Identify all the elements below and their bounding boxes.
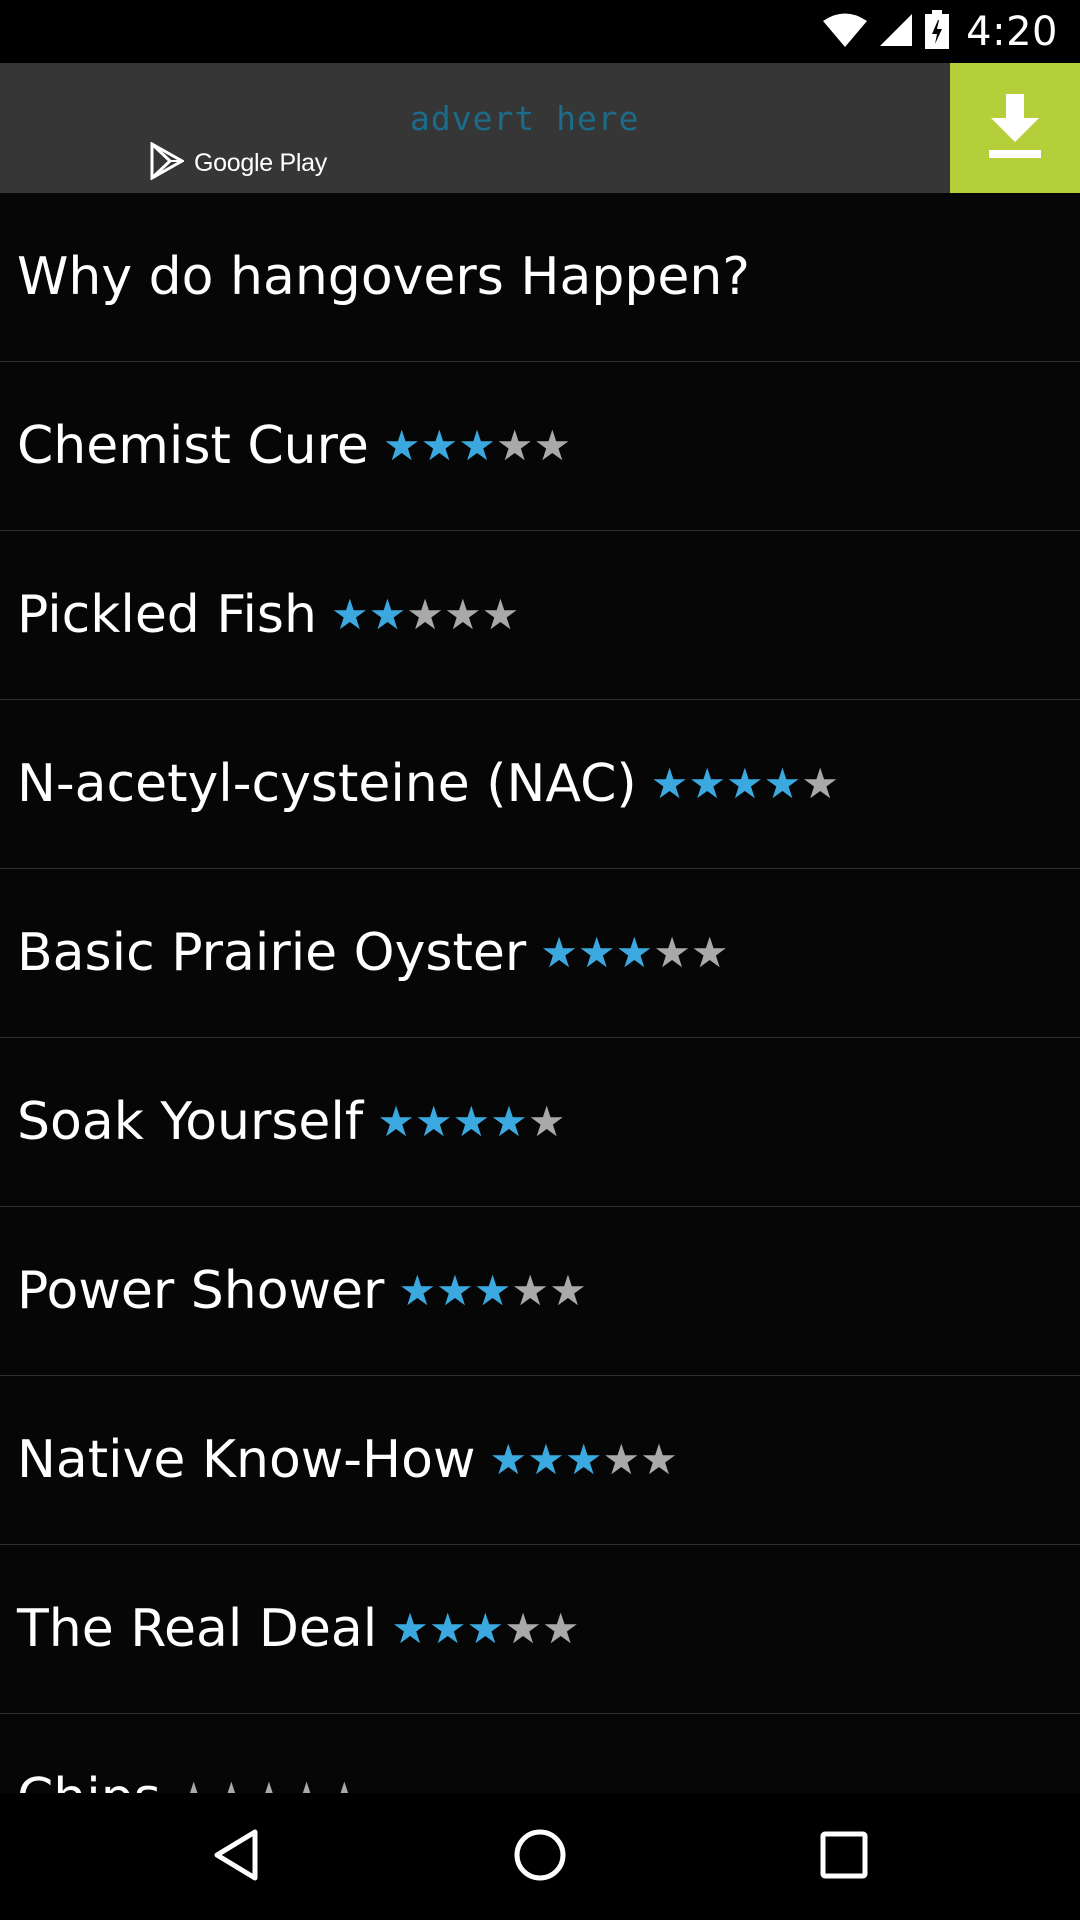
item-title: Chips: [17, 1768, 161, 1793]
star-empty-icon: ★: [250, 1777, 288, 1794]
star-empty-icon: ★: [406, 590, 444, 639]
star-filled-icon: ★: [688, 759, 726, 808]
star-rating: ★★★★★: [391, 1608, 579, 1650]
star-filled-icon: ★: [527, 1435, 565, 1484]
star-filled-icon: ★: [473, 1266, 512, 1315]
item-title: Why do hangovers Happen?: [17, 247, 750, 307]
list-item[interactable]: N-acetyl-cysteine (NAC) ★ ★ ★ ★ ★: [0, 700, 1080, 869]
list-item[interactable]: Pickled Fish ★ ★ ★ ★ ★: [0, 531, 1080, 700]
status-bar: 4:20: [0, 0, 1080, 63]
star-empty-icon: ★: [801, 759, 839, 808]
star-filled-icon: ★: [489, 1435, 528, 1484]
list-item[interactable]: Native Know-How ★ ★ ★ ★ ★: [0, 1376, 1080, 1545]
item-title: Basic Prairie Oyster: [17, 923, 527, 983]
star-filled-icon: ★: [466, 1604, 505, 1653]
star-empty-icon: ★: [443, 590, 482, 639]
star-filled-icon: ★: [436, 1266, 474, 1315]
star-filled-icon: ★: [398, 1266, 437, 1315]
item-title: Native Know-How: [17, 1430, 476, 1490]
star-empty-icon: ★: [690, 928, 729, 977]
wifi-icon: [822, 12, 868, 52]
item-title: N-acetyl-cysteine (NAC): [17, 754, 637, 814]
list-item[interactable]: Why do hangovers Happen?: [0, 193, 1080, 362]
star-filled-icon: ★: [382, 421, 421, 470]
signal-icon: [878, 12, 914, 52]
back-icon: [211, 1828, 261, 1886]
item-title: The Real Deal: [17, 1599, 378, 1659]
star-empty-icon: ★: [481, 590, 520, 639]
item-title: Power Shower: [17, 1261, 385, 1321]
star-filled-icon: ★: [540, 928, 578, 977]
star-rating: ★★★★★: [490, 1439, 678, 1481]
star-rating: ★★★★★: [377, 1101, 565, 1143]
list-item[interactable]: Soak Yourself ★ ★ ★ ★ ★: [0, 1038, 1080, 1207]
item-title: Pickled Fish: [17, 585, 317, 645]
star-filled-icon: ★: [650, 759, 689, 808]
star-empty-icon: ★: [541, 1604, 580, 1653]
back-button[interactable]: [194, 1815, 278, 1899]
star-filled-icon: ★: [577, 928, 616, 977]
navigation-bar: [0, 1793, 1080, 1920]
google-play-icon: [150, 141, 186, 184]
star-rating: ★★★★★: [398, 1270, 586, 1312]
star-rating: ★★★★★: [331, 594, 519, 636]
star-filled-icon: ★: [564, 1435, 603, 1484]
star-filled-icon: ★: [458, 421, 496, 470]
home-button[interactable]: [498, 1815, 582, 1899]
star-empty-icon: ★: [549, 1266, 587, 1315]
star-filled-icon: ★: [428, 1604, 467, 1653]
advert-text: advert here: [410, 99, 640, 138]
star-empty-icon: ★: [288, 1777, 326, 1794]
list-item[interactable]: Power Shower ★ ★ ★ ★ ★: [0, 1207, 1080, 1376]
star-filled-icon: ★: [452, 1097, 491, 1146]
star-empty-icon: ★: [640, 1435, 678, 1484]
clock-time: 4:20: [966, 8, 1058, 55]
battery-icon: [924, 9, 950, 54]
home-icon: [513, 1828, 567, 1886]
star-filled-icon: ★: [391, 1604, 429, 1653]
star-rating: ★★★★★: [383, 425, 571, 467]
list-item[interactable]: Chips★★★★★: [0, 1714, 1080, 1793]
star-empty-icon: ★: [653, 928, 691, 977]
list-item[interactable]: The Real Deal ★ ★ ★ ★ ★: [0, 1545, 1080, 1714]
list-item[interactable]: Chemist Cure ★ ★ ★ ★ ★: [0, 362, 1080, 531]
star-empty-icon: ★: [325, 1777, 363, 1794]
star-empty-icon: ★: [495, 421, 534, 470]
google-play-label: Google Play: [194, 148, 327, 177]
star-empty-icon: ★: [212, 1777, 250, 1794]
star-filled-icon: ★: [763, 759, 802, 808]
star-filled-icon: ★: [368, 590, 407, 639]
star-rating: ★★★★★: [540, 932, 728, 974]
download-button[interactable]: [950, 63, 1080, 193]
star-rating: ★★★★★: [651, 763, 839, 805]
recents-button[interactable]: [802, 1815, 886, 1899]
ad-banner[interactable]: Google Play advert here: [0, 63, 1080, 193]
star-empty-icon: ★: [533, 421, 572, 470]
star-empty-icon: ★: [527, 1097, 566, 1146]
recents-icon: [819, 1830, 869, 1884]
star-filled-icon: ★: [414, 1097, 453, 1146]
remedy-list[interactable]: Why do hangovers Happen? Chemist Cure ★ ★ ★ ★…: [0, 193, 1080, 1793]
star-empty-icon: ★: [504, 1604, 542, 1653]
download-icon: [987, 94, 1043, 162]
star-filled-icon: ★: [377, 1097, 415, 1146]
star-filled-icon: ★: [420, 421, 459, 470]
star-empty-icon: ★: [511, 1266, 550, 1315]
star-filled-icon: ★: [330, 590, 369, 639]
star-filled-icon: ★: [490, 1097, 528, 1146]
star-empty-icon: ★: [175, 1777, 213, 1794]
star-filled-icon: ★: [726, 759, 764, 808]
item-title: Chemist Cure: [17, 416, 369, 476]
google-play-badge[interactable]: Google Play: [150, 141, 327, 185]
star-rating: ★★★★★: [175, 1777, 363, 1794]
star-empty-icon: ★: [602, 1435, 641, 1484]
list-item[interactable]: Basic Prairie Oyster ★ ★ ★ ★ ★: [0, 869, 1080, 1038]
item-title: Soak Yourself: [17, 1092, 364, 1152]
star-filled-icon: ★: [615, 928, 654, 977]
